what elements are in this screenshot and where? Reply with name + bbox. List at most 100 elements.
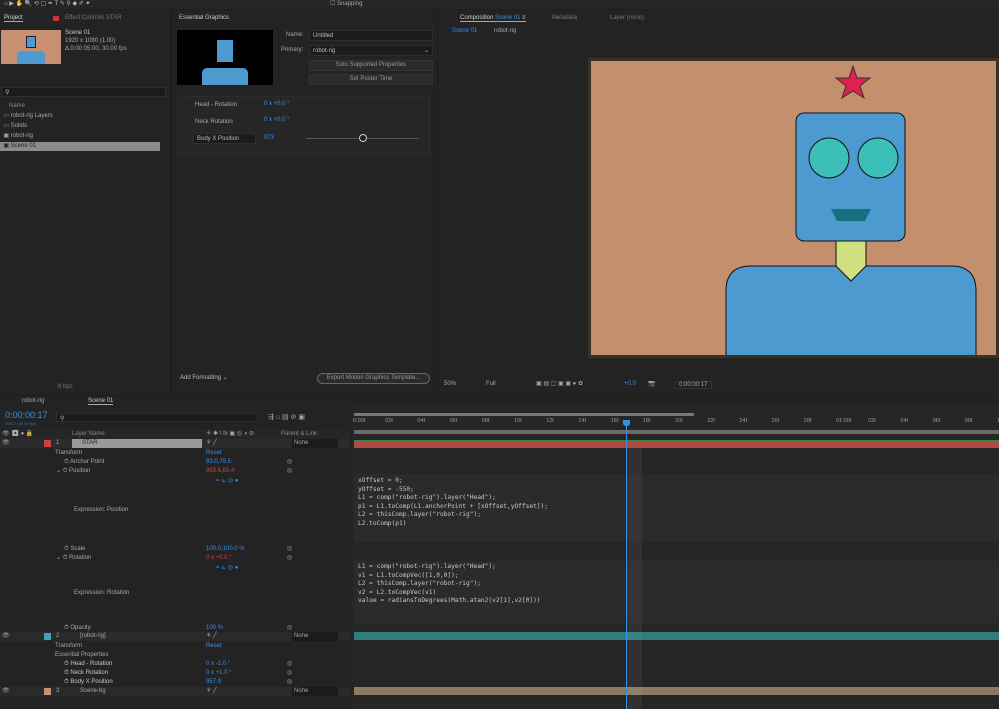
parent-select[interactable]: None xyxy=(292,439,338,448)
body-x-value[interactable]: 973 xyxy=(264,135,274,141)
reset-link[interactable]: Reset xyxy=(206,449,222,458)
tab-composition[interactable]: Composition Scene 01 ≡ xyxy=(460,15,526,22)
timeline-search-input[interactable]: ⚲ xyxy=(56,413,258,422)
view-icons[interactable]: ▣ ▤ ▢ ▣ ▣ ● ✿ xyxy=(536,380,583,387)
tab-effect-controls[interactable]: Effect Controls STAR xyxy=(65,15,121,21)
name-column-header: Name xyxy=(9,103,26,109)
project-item[interactable]: ▭ Solids xyxy=(0,122,170,131)
expression-icons[interactable]: = ⊾ ◎ ● xyxy=(216,564,238,571)
eg-preview xyxy=(177,30,273,85)
parent-select[interactable]: None xyxy=(292,632,338,641)
layer-row-star[interactable]: 👁 1 STAR ⚘ ╱ None xyxy=(0,439,350,448)
tab-metadata[interactable]: Metadata xyxy=(552,15,577,21)
set-poster-time-button[interactable]: Set Poster Time xyxy=(309,74,433,85)
exposure-value[interactable]: +0.0 xyxy=(624,381,636,387)
body-value[interactable]: 957.9 xyxy=(206,678,221,687)
comp-duration: Δ 0:00:05:00, 30.00 fps xyxy=(65,46,127,52)
add-formatting-dropdown[interactable]: Add Formatting ⌄ xyxy=(177,373,247,384)
scale-value[interactable]: 100.0,100.0 % xyxy=(206,545,245,554)
layer-num: 1 xyxy=(56,440,60,446)
label-color xyxy=(44,633,51,640)
snapping-checkbox[interactable]: ☐ Snapping xyxy=(330,0,362,7)
solo-supported-button[interactable]: Solo Supported Properties xyxy=(309,60,433,71)
timeline-switch-icons[interactable]: ⇶ ⌂ ▤ ⊘ ▣ xyxy=(268,413,305,421)
prop-row: Essential Properties xyxy=(0,651,350,660)
breadcrumb-robot-rig[interactable]: robot-rig xyxy=(494,28,516,34)
resolution-select[interactable]: Full xyxy=(486,381,496,387)
parent-select[interactable]: None xyxy=(292,687,338,696)
breadcrumb-scene01[interactable]: Scene 01 xyxy=(448,28,482,34)
prop-label: Neck Rotation xyxy=(195,119,233,125)
expression-icons[interactable]: = ⊾ ◎ ● xyxy=(216,477,238,484)
ruler-tick-label: 02f xyxy=(385,418,393,424)
layer-bar-robot-rig[interactable] xyxy=(354,632,999,640)
tab-robot-rig[interactable]: robot-rig xyxy=(22,398,44,404)
prop-label: Transform xyxy=(55,450,83,456)
ruler-tick-label: 20f xyxy=(675,418,683,424)
head-rotation-value[interactable]: 0 x +0.0 ° xyxy=(264,101,290,107)
eg-properties: Head - Rotation 0 x +0.0 ° Neck Rotation… xyxy=(177,96,430,156)
tab-layer[interactable]: Layer (none) xyxy=(610,15,644,21)
project-item[interactable]: ▣ robot-rig xyxy=(0,132,170,141)
project-panel: Project Effect Controls STAR Scene 01 19… xyxy=(0,10,170,395)
name-input[interactable]: Untitled xyxy=(309,30,433,41)
layer-row-scene-bg[interactable]: 👁 3 Scene-bg ⚘ ╱ None xyxy=(0,687,350,696)
layer-num: 3 xyxy=(56,688,60,694)
layer-bar-scene-bg[interactable] xyxy=(354,687,999,695)
item-label: robot-rig Layers xyxy=(10,113,53,119)
tool-icons[interactable]: ⌂ ▶ ✋ 🔍 ⟲ ▢ ✒ T ✎ ⚲ ◆ ✐ ✦ xyxy=(4,0,90,7)
tab-project[interactable]: Project xyxy=(4,15,23,22)
current-time[interactable]: 0:00:00:17 xyxy=(674,381,713,389)
playhead-line[interactable] xyxy=(626,422,627,709)
left-eye xyxy=(808,137,850,179)
timeline-timecode[interactable]: 0:00:00:17 xyxy=(5,410,48,420)
prop-label: Opacity xyxy=(70,625,91,631)
zoom-select[interactable]: 50% xyxy=(444,381,456,387)
export-mogrt-button[interactable]: Export Motion Graphics Template... xyxy=(317,373,430,384)
comp-tab-name: Scene 01 xyxy=(495,15,521,21)
ruler-tick-label: 01:00f xyxy=(836,418,852,424)
project-item-selected[interactable]: ▣ Scene 01 xyxy=(0,142,160,151)
comp-artwork xyxy=(725,64,977,355)
ruler-tick-label: 26f xyxy=(771,418,780,424)
ruler-tick-label: 16f xyxy=(610,418,619,424)
prop-label: Head - Rotation xyxy=(70,661,113,667)
neck-value[interactable]: 0 x +1.0 ° xyxy=(206,669,232,678)
prop-row: Transform Reset xyxy=(0,449,350,458)
snapshot-icon[interactable]: 📷 xyxy=(648,380,655,387)
ruler-tick-label: 04f xyxy=(417,418,426,424)
comp-size: 1920 x 1080 (1.00) xyxy=(65,38,116,44)
body-x-slider-handle[interactable] xyxy=(359,134,367,142)
comp-footer: 50% Full ▣ ▤ ▢ ▣ ▣ ● ✿ +0.0 📷 0:00:00:17 xyxy=(438,379,999,391)
primary-select[interactable]: robot-rig ⌄ xyxy=(309,45,433,56)
toolbar: ⌂ ▶ ✋ 🔍 ⟲ ▢ ✒ T ✎ ⚲ ◆ ✐ ✦ ☐ Snapping xyxy=(0,0,999,9)
tab-scene-01[interactable]: Scene 01 xyxy=(88,398,114,405)
rotation-value[interactable]: 0 x +0.0 ° xyxy=(206,554,232,563)
ruler-tick-label: 06f xyxy=(932,418,941,424)
layer-name-field[interactable]: STAR xyxy=(72,439,202,448)
work-area-shade xyxy=(354,430,999,434)
expression-code-rotation[interactable]: L1 = comp("robot-rig").layer("Head"); v1… xyxy=(358,563,541,606)
parent-header: Parent & Link xyxy=(281,431,318,437)
expression-code-position[interactable]: xOffset = 0; yOffset = -550; L1 = comp("… xyxy=(358,477,548,528)
layer-bar-star[interactable] xyxy=(354,440,999,448)
position-value[interactable]: 963.6,85.4 xyxy=(206,467,234,476)
neck-rotation-value[interactable]: 0 x +0.0 ° xyxy=(264,117,290,123)
head-value[interactable]: 0 x -1.0 ° xyxy=(206,660,230,669)
item-label: Solids xyxy=(10,123,28,129)
project-item[interactable]: ▭ robot-rig Layers xyxy=(0,112,170,121)
reset-link[interactable]: Reset xyxy=(206,642,222,651)
layer-header: 👁 ◀ ● 🔒 Layer Name ⚘ ✱ \ fx ▣ ◎ ◑ ⊘ Pare… xyxy=(0,430,350,439)
project-search-input[interactable]: ⚲ xyxy=(1,87,166,97)
eg-title: Essential Graphics xyxy=(179,15,230,21)
layer-row-robot-rig[interactable]: 👁 2 [robot-rig] ⚘ ╱ None xyxy=(0,632,350,641)
work-area-bar[interactable] xyxy=(354,413,694,416)
composition-panel: Composition Scene 01 ≡ Metadata Layer (n… xyxy=(438,10,999,395)
comp-viewer[interactable] xyxy=(588,58,999,358)
anchor-value[interactable]: 83.0,79.5 xyxy=(206,458,231,467)
timeline-graph-area[interactable] xyxy=(352,405,999,709)
prop-label: Neck Rotation xyxy=(70,670,109,676)
bpc-label[interactable]: 8 bpc xyxy=(58,384,73,390)
layer-name-header: Layer Name xyxy=(72,431,105,437)
body-x-label-field[interactable]: Body X Position xyxy=(193,133,256,144)
